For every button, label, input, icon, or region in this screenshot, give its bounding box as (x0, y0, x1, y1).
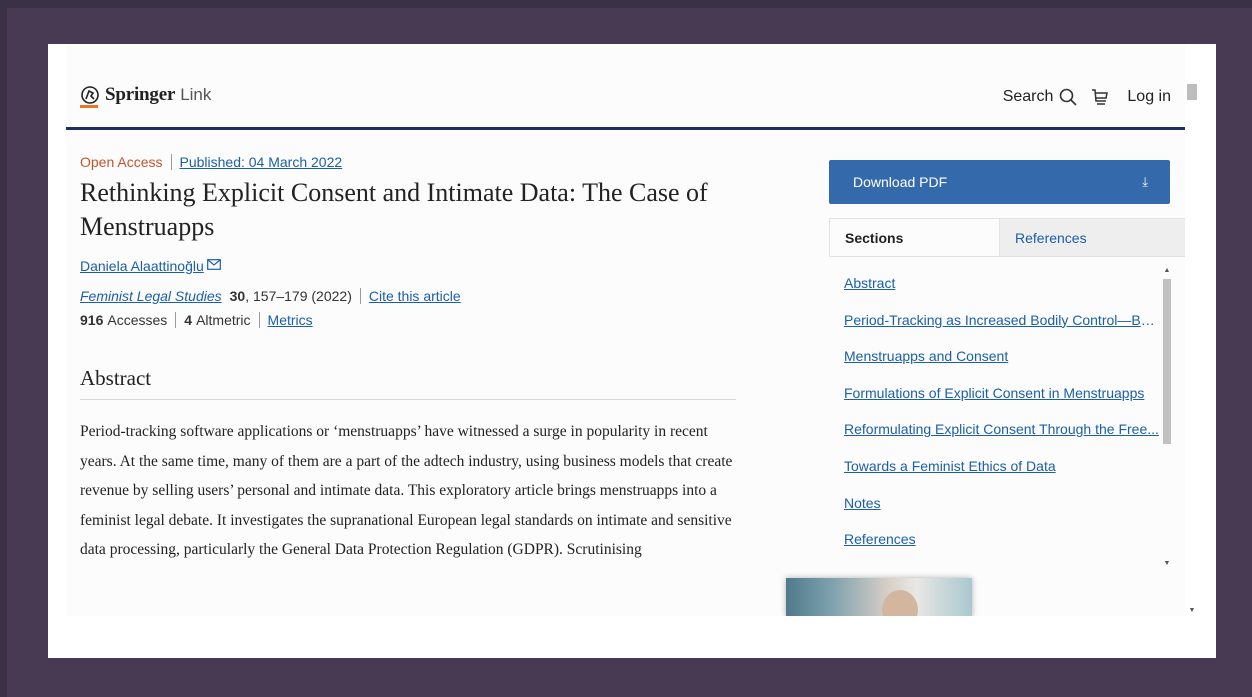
journal-volume: 30 (229, 288, 246, 304)
accesses-count: 916 (80, 312, 104, 328)
cart-icon (1092, 89, 1109, 105)
metrics-line: 916 Accesses 4 Altmetric Metrics (80, 312, 740, 328)
article-sidebar: Download PDF ⤓ Sections References Abstr… (829, 160, 1185, 567)
page-scroll-down-icon[interactable]: ▼ (1187, 607, 1197, 614)
download-pdf-label: Download PDF (853, 174, 948, 190)
page-scrollbar[interactable]: ▼ (1186, 84, 1198, 614)
login-link[interactable]: Log in (1127, 88, 1171, 106)
meta-divider (170, 154, 172, 170)
citation-divider (359, 288, 361, 304)
scroll-up-icon[interactable]: ▲ (1163, 267, 1171, 274)
page-scroll-thumb[interactable] (1187, 84, 1197, 100)
journal-citation: Feminist Legal Studies 30 , 157–179 (202… (80, 288, 740, 304)
author-link[interactable]: Daniela Alaattinoğlu (80, 258, 204, 274)
logo-springer-text: Springer (105, 84, 176, 105)
toc-item-abstract[interactable]: Abstract (829, 257, 1159, 294)
toc-item-feminist-ethics[interactable]: Towards a Feminist Ethics of Data (829, 440, 1159, 477)
logo-accent-bar (80, 105, 98, 108)
toc-item-reformulating[interactable]: Reformulating Explicit Consent Through t… (829, 403, 1159, 440)
altmetric-label: Altmetric (196, 312, 251, 328)
published-date-link[interactable]: Published: 04 March 2022 (180, 154, 343, 170)
toc-item-references[interactable]: References (829, 513, 1159, 550)
author-line: Daniela Alaattinoğlu (80, 258, 740, 274)
article-title: Rethinking Explicit Consent and Intimate… (80, 178, 708, 241)
toc-item-formulations[interactable]: Formulations of Explicit Consent in Mens… (829, 367, 1159, 404)
journal-link[interactable]: Feminist Legal Studies (80, 288, 222, 304)
tab-sections[interactable]: Sections (829, 218, 1000, 256)
article-meta-top: Open Access Published: 04 March 2022 (80, 154, 740, 170)
logo-link-text: Link (180, 85, 212, 104)
download-pdf-button[interactable]: Download PDF ⤓ (829, 160, 1170, 204)
download-arrow-icon: ⤓ (1142, 174, 1148, 189)
abstract-heading: Abstract (80, 366, 736, 400)
mail-icon[interactable] (206, 258, 221, 270)
toc-item-menstruapps-consent[interactable]: Menstruapps and Consent (829, 330, 1159, 367)
springerlink-logo[interactable]: Springer Link (80, 84, 211, 106)
metrics-link[interactable]: Metrics (268, 312, 313, 328)
scroll-down-icon[interactable]: ▼ (1163, 560, 1171, 567)
journal-pages: , 157–179 (2022) (245, 288, 352, 304)
cart-button[interactable] (1091, 88, 1109, 106)
browser-window: Springer Link Search Log in Open Access … (48, 44, 1216, 658)
toc-item-period-tracking[interactable]: Period-Tracking as Increased Bodily Cont… (829, 294, 1159, 331)
sections-list: Abstract Period-Tracking as Increased Bo… (829, 257, 1185, 567)
toc-item-notes[interactable]: Notes (829, 477, 1159, 514)
article-figure-thumbnail (786, 578, 972, 616)
metrics-divider-2 (258, 312, 260, 328)
altmetric-count: 4 (184, 312, 193, 328)
site-header: Springer Link Search Log in (66, 44, 1185, 130)
cite-article-link[interactable]: Cite this article (369, 288, 461, 304)
sections-scrollbar[interactable]: ▲ ▼ (1163, 267, 1171, 567)
metrics-divider (175, 312, 177, 328)
header-actions: Search Log in (1003, 88, 1171, 106)
person-photo (882, 590, 918, 616)
article-main: Open Access Published: 04 March 2022 Ret… (80, 154, 740, 580)
sidebar-tabs: Sections References (829, 218, 1185, 257)
search-label: Search (1002, 88, 1054, 105)
search-icon (1060, 88, 1077, 106)
abstract-text: Period-tracking software applications or… (80, 423, 733, 559)
sections-scroll-thumb[interactable] (1163, 279, 1171, 444)
springer-horse-icon (81, 86, 99, 104)
accesses-label: Accesses (107, 312, 168, 328)
springer-page: Springer Link Search Log in Open Access … (66, 44, 1185, 616)
open-access-badge: Open Access (80, 154, 163, 170)
tab-references[interactable]: References (1000, 218, 1185, 256)
search-button[interactable]: Search (1003, 88, 1078, 106)
